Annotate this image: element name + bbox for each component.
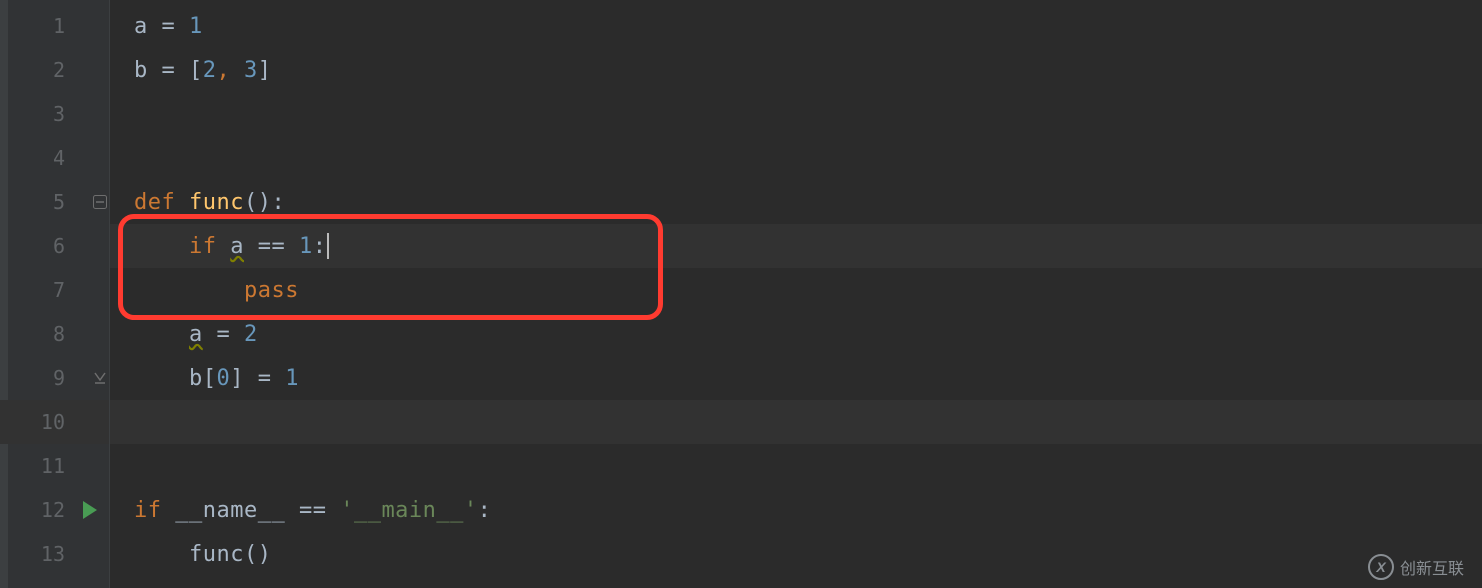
code-line[interactable]: if a == 1: <box>110 224 1482 268</box>
code-token: 3 <box>244 58 258 83</box>
code-token <box>134 366 189 391</box>
code-token: b <box>134 58 148 83</box>
code-token <box>134 322 189 347</box>
line-number: 2 <box>53 58 65 82</box>
watermark-icon: X <box>1368 554 1394 580</box>
gutter-line[interactable]: 9 <box>0 356 109 400</box>
line-number: 11 <box>41 454 65 478</box>
watermark: X 创新互联 <box>1368 554 1464 580</box>
code-token <box>134 542 189 567</box>
code-token: pass <box>244 278 299 303</box>
line-number: 8 <box>53 322 65 346</box>
code-token: = <box>148 58 189 83</box>
code-token: a <box>230 234 244 259</box>
line-number: 4 <box>53 146 65 170</box>
code-token: 0 <box>216 366 230 391</box>
code-token: 2 <box>244 322 258 347</box>
line-number: 10 <box>41 410 65 434</box>
code-line[interactable]: if __name__ == '__main__': <box>110 488 1482 532</box>
code-token: def <box>134 190 189 215</box>
code-token: if <box>189 234 230 259</box>
code-area[interactable]: a = 1b = [2, 3]def func(): if a == 1: pa… <box>110 0 1482 588</box>
gutter-line[interactable]: 8 <box>0 312 109 356</box>
code-token: func <box>189 190 244 215</box>
code-line[interactable]: def func(): <box>110 180 1482 224</box>
gutter: 12345678910111213 <box>0 0 110 588</box>
code-token <box>134 234 189 259</box>
code-token: : <box>478 498 492 523</box>
line-number: 9 <box>53 366 65 390</box>
code-token: if <box>134 498 175 523</box>
gutter-line[interactable]: 4 <box>0 136 109 180</box>
line-number: 3 <box>53 102 65 126</box>
gutter-line[interactable]: 7 <box>0 268 109 312</box>
code-editor[interactable]: 12345678910111213 a = 1b = [2, 3]def fun… <box>0 0 1482 588</box>
gutter-line[interactable]: 2 <box>0 48 109 92</box>
gutter-line[interactable]: 10 <box>0 400 109 444</box>
code-line[interactable]: a = 1 <box>110 4 1482 48</box>
code-token: == <box>244 234 299 259</box>
gutter-line[interactable]: 11 <box>0 444 109 488</box>
code-line[interactable]: b = [2, 3] <box>110 48 1482 92</box>
gutter-line[interactable]: 5 <box>0 180 109 224</box>
code-token: 2 <box>203 58 217 83</box>
line-number: 12 <box>41 498 65 522</box>
code-token: 1 <box>285 366 299 391</box>
text-caret <box>327 233 329 259</box>
code-token: [ <box>189 58 203 83</box>
fold-minus-icon[interactable] <box>93 195 107 209</box>
line-number: 5 <box>53 190 65 214</box>
code-token <box>134 278 244 303</box>
line-number: 7 <box>53 278 65 302</box>
gutter-line[interactable]: 3 <box>0 92 109 136</box>
code-token: [ <box>203 366 217 391</box>
code-line[interactable] <box>110 136 1482 180</box>
run-gutter-icon[interactable] <box>83 501 97 519</box>
code-token: = <box>148 14 189 39</box>
code-line[interactable]: pass <box>110 268 1482 312</box>
watermark-label: 创新互联 <box>1400 555 1464 579</box>
code-token: '__main__' <box>340 498 477 523</box>
code-line[interactable] <box>110 444 1482 488</box>
code-line[interactable] <box>110 92 1482 136</box>
code-line[interactable]: b[0] = 1 <box>110 356 1482 400</box>
code-line[interactable] <box>110 400 1482 444</box>
code-token: func <box>189 542 244 567</box>
gutter-line[interactable]: 13 <box>0 532 109 576</box>
code-token: ] <box>230 366 244 391</box>
fold-end-icon[interactable] <box>93 371 107 385</box>
line-number: 13 <box>41 542 65 566</box>
code-token: ] <box>258 58 272 83</box>
code-token: 1 <box>189 14 203 39</box>
code-line[interactable]: func() <box>110 532 1482 576</box>
gutter-line[interactable]: 1 <box>0 4 109 48</box>
code-token: (): <box>244 190 285 215</box>
code-token: == <box>285 498 340 523</box>
code-token: = <box>244 366 285 391</box>
code-token: b <box>189 366 203 391</box>
line-number: 6 <box>53 234 65 258</box>
code-token: a <box>189 322 203 347</box>
code-token: : <box>313 234 327 259</box>
code-token: () <box>244 542 272 567</box>
code-token: 1 <box>299 234 313 259</box>
code-token: a <box>134 14 148 39</box>
code-token: = <box>203 322 244 347</box>
code-line[interactable]: a = 2 <box>110 312 1482 356</box>
gutter-line[interactable]: 6 <box>0 224 109 268</box>
gutter-line[interactable]: 12 <box>0 488 109 532</box>
code-token: __name__ <box>175 498 285 523</box>
code-token: , <box>217 58 245 83</box>
line-number: 1 <box>53 14 65 38</box>
